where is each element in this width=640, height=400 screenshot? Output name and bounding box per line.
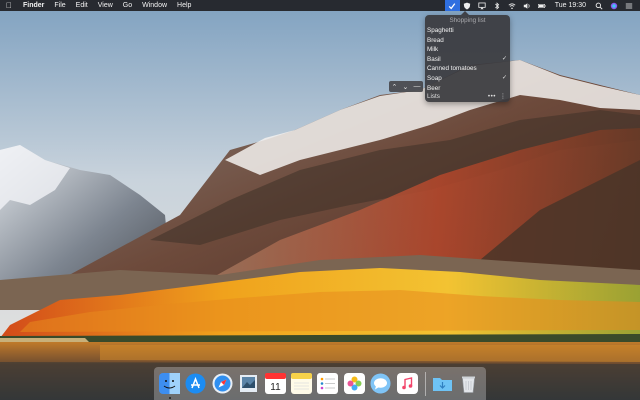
list-item[interactable]: Spaghetti: [425, 26, 510, 36]
apple-icon[interactable]: : [0, 0, 18, 11]
list-item-label: Canned tomatoes: [427, 65, 477, 73]
shield-icon[interactable]: [460, 0, 475, 11]
minus-icon[interactable]: —: [413, 83, 420, 90]
notes-icon[interactable]: [290, 373, 312, 394]
shopping-list-popover: Shopping list Spaghetti Bread Milk Basil…: [425, 11, 510, 102]
battery-icon[interactable]: [535, 0, 550, 11]
status-area: Tue 19:30: [444, 0, 636, 11]
finder-icon[interactable]: [159, 373, 180, 399]
popover-title: Shopping list: [449, 17, 486, 24]
bluetooth-icon[interactable]: [490, 0, 505, 11]
running-indicator: [168, 397, 171, 399]
menu-app-name[interactable]: Finder: [18, 0, 49, 11]
list-item[interactable]: Bread: [425, 36, 510, 46]
mini-toolbar: ⌃ ⌄ —: [389, 81, 423, 92]
menubar-clock[interactable]: Tue 19:30: [550, 0, 591, 11]
itunes-icon[interactable]: [396, 373, 418, 394]
more-options-icon[interactable]: •••: [488, 92, 496, 102]
photos-icon[interactable]: [343, 373, 365, 394]
dock-separator: [424, 371, 426, 396]
notification-center-icon[interactable]: [621, 0, 636, 11]
checkmark-icon: ✓: [501, 55, 507, 62]
safari-icon[interactable]: [212, 373, 233, 394]
menu-file[interactable]: File: [49, 0, 70, 11]
list-item[interactable]: Basil ✓: [425, 55, 510, 65]
calendar-day-label: 11: [270, 382, 281, 393]
list-item-label: Bread: [427, 36, 444, 44]
list-item-label: Spaghetti: [427, 27, 454, 34]
menu-help[interactable]: Help: [172, 0, 196, 11]
spotlight-search-icon[interactable]: [591, 0, 606, 11]
menu-window[interactable]: Window: [137, 0, 172, 11]
preview-icon[interactable]: [238, 373, 259, 394]
chevron-up-icon[interactable]: ⌃: [392, 83, 398, 91]
wallpaper-high-sierra: [0, 0, 640, 400]
menu-edit[interactable]: Edit: [71, 0, 93, 11]
shopping-list: Spaghetti Bread Milk Basil ✓ Canned toma…: [425, 26, 510, 93]
calendar-icon[interactable]: 11: [264, 373, 286, 394]
menu-go[interactable]: Go: [118, 0, 137, 11]
lists-button[interactable]: Lists: [427, 93, 440, 100]
checkmark-icon: ✓: [501, 74, 507, 81]
siri-icon[interactable]: [606, 0, 621, 11]
trash-icon[interactable]: [458, 373, 479, 394]
messages-icon[interactable]: [370, 373, 391, 394]
list-item[interactable]: Milk: [425, 45, 510, 55]
resize-handle-icon[interactable]: ⋮: [500, 92, 506, 102]
popover-footer: Lists ••• ⋮: [425, 92, 510, 102]
shopping-list-status-icon[interactable]: [444, 0, 460, 11]
reminders-icon[interactable]: [317, 373, 339, 394]
app-store-icon[interactable]: [185, 373, 206, 394]
list-item-label: Beer: [427, 84, 441, 92]
list-item-label: Soap: [427, 74, 442, 82]
menu-view[interactable]: View: [93, 0, 118, 11]
list-item[interactable]: Soap ✓: [425, 74, 510, 84]
downloads-folder-icon[interactable]: [432, 373, 453, 394]
airplay-icon[interactable]: [475, 0, 490, 11]
volume-icon[interactable]: [520, 0, 535, 11]
list-item-label: Milk: [427, 46, 439, 54]
dock: 11: [154, 367, 486, 400]
menu-bar:  Finder File Edit View Go Window Help T…: [0, 0, 640, 11]
desktop: [0, 0, 640, 400]
list-item-label: Basil: [427, 55, 441, 63]
chevron-down-icon[interactable]: ⌄: [402, 83, 408, 91]
wifi-icon[interactable]: [505, 0, 520, 11]
list-item[interactable]: Canned tomatoes: [425, 64, 510, 74]
